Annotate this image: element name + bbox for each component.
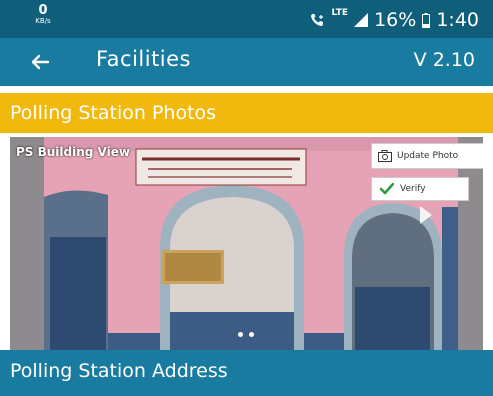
photo-carousel[interactable]: PS Building View Update Photo Verify — [10, 137, 483, 350]
app-version: V 2.10 — [413, 49, 475, 71]
pager-dot-2[interactable] — [249, 332, 254, 337]
call-icon — [310, 13, 326, 27]
page-title: Facilities — [96, 47, 191, 71]
photo-caption: PS Building View — [16, 145, 130, 159]
status-clock: 1:40 — [436, 9, 479, 31]
camera-icon — [378, 150, 392, 162]
checkmark-icon — [380, 183, 394, 195]
next-photo-arrow[interactable] — [420, 206, 432, 228]
back-button[interactable] — [28, 50, 52, 74]
net-speed-unit: KB/s — [35, 17, 51, 25]
pager-dot-1[interactable] — [238, 332, 243, 337]
battery-percentage: 16% — [374, 9, 417, 31]
facilities-screen: 0 KB/s LTE 16% 1:40 Facilities V 2.10 Po… — [0, 0, 493, 396]
net-speed-value: 0 — [38, 3, 48, 18]
verify-label: Verify — [400, 184, 426, 194]
battery-icon — [422, 12, 431, 28]
network-type-label: LTE — [331, 8, 349, 18]
address-section-header: Polling Station Address — [0, 350, 493, 396]
verify-button[interactable]: Verify — [371, 177, 469, 201]
status-icons: LTE 16% 1:40 — [310, 8, 479, 31]
photos-section-header: Polling Station Photos — [0, 93, 493, 133]
net-speed-indicator: 0 KB/s — [32, 4, 54, 25]
carousel-pager — [238, 332, 254, 337]
signal-icon — [354, 13, 369, 27]
app-bar: Facilities V 2.10 — [0, 38, 493, 86]
arrow-left-icon — [31, 54, 50, 70]
status-bar: 0 KB/s LTE 16% 1:40 — [0, 0, 493, 38]
update-photo-button[interactable]: Update Photo — [371, 143, 483, 169]
play-right-icon — [420, 206, 432, 224]
update-photo-label: Update Photo — [397, 151, 459, 161]
